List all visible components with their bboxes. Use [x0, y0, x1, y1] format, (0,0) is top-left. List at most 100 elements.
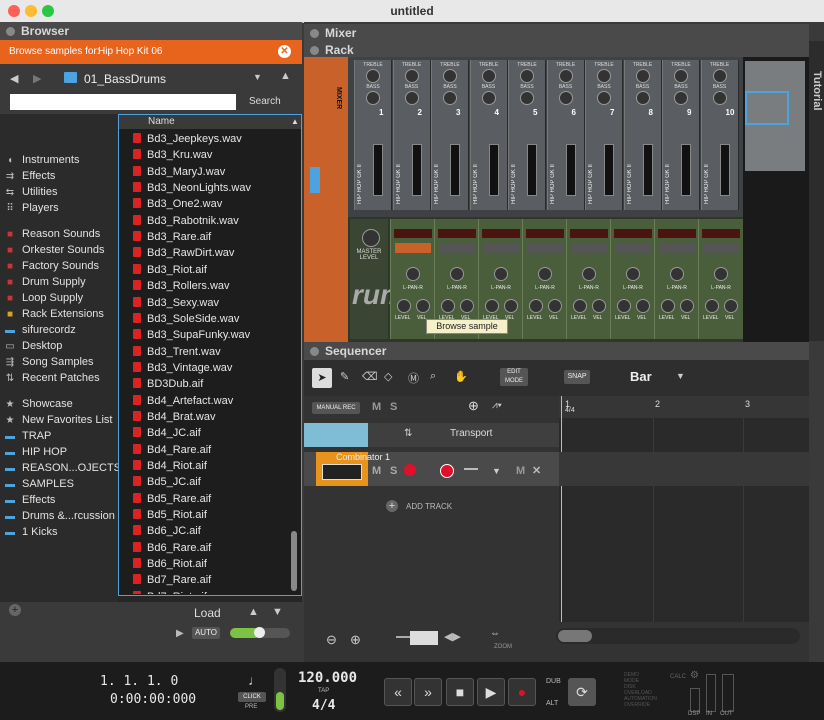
- forward-arrow-icon[interactable]: ▶: [33, 72, 41, 85]
- name-column-header[interactable]: Name: [148, 115, 175, 129]
- level-knob[interactable]: [529, 299, 543, 313]
- pencil-tool-icon[interactable]: ✎: [340, 370, 349, 383]
- pan-knob[interactable]: [626, 267, 640, 281]
- global-mute-button[interactable]: M: [372, 401, 381, 413]
- treble-knob[interactable]: [712, 69, 727, 83]
- file-item[interactable]: Bd3_Sexy.wav: [133, 295, 219, 311]
- file-item[interactable]: Bd5_JC.aif: [133, 474, 201, 490]
- level-knob[interactable]: [617, 299, 631, 313]
- location-item[interactable]: ▬ sifurecordz: [4, 322, 76, 338]
- file-item[interactable]: Bd3_SupaFunky.wav: [133, 327, 250, 343]
- pan-knob[interactable]: [714, 267, 728, 281]
- channel-fader[interactable]: [450, 144, 460, 196]
- folder-dropdown-icon[interactable]: ▼: [253, 72, 262, 82]
- rewind-button[interactable]: «: [384, 678, 412, 706]
- add-track-button[interactable]: ADD TRACK: [406, 502, 452, 511]
- browser-header[interactable]: Browser: [0, 22, 302, 40]
- file-item[interactable]: Bd3_Vintage.wav: [133, 360, 232, 376]
- bass-knob[interactable]: [404, 91, 419, 105]
- bass-knob[interactable]: [674, 91, 688, 105]
- rack-navigator[interactable]: [743, 57, 809, 342]
- manual-rec-button[interactable]: MANUAL REC: [312, 402, 360, 414]
- file-item[interactable]: Bd3_Riot.aif: [133, 262, 207, 278]
- horizontal-zoom-icon[interactable]: ◀▶: [444, 630, 461, 643]
- lane-mute-button[interactable]: M: [516, 465, 525, 477]
- dub-button[interactable]: DUB: [546, 678, 561, 685]
- preview-volume-slider[interactable]: [230, 627, 290, 638]
- panel-toggle-icon[interactable]: [310, 29, 319, 38]
- pre-count-button[interactable]: PRE: [245, 704, 257, 710]
- sequencer-header[interactable]: Sequencer: [304, 342, 809, 360]
- file-item[interactable]: Bd3_Rollers.wav: [133, 278, 230, 294]
- gear-icon[interactable]: ⚙: [690, 670, 699, 681]
- close-icon[interactable]: ✕: [278, 45, 291, 58]
- location-item[interactable]: ▬ Drums &...rcussion: [4, 508, 115, 524]
- level-knob[interactable]: [397, 299, 411, 313]
- pan-knob[interactable]: [670, 267, 684, 281]
- channel-fader[interactable]: [565, 144, 576, 196]
- search-button[interactable]: Search: [249, 96, 281, 107]
- preview-volume-handle[interactable]: [254, 627, 265, 638]
- channel-fader[interactable]: [604, 144, 614, 196]
- channel-fader[interactable]: [488, 144, 499, 196]
- velocity-knob[interactable]: [724, 299, 738, 313]
- alt-button[interactable]: ALT: [546, 700, 558, 707]
- rack-scroll-handle[interactable]: [310, 167, 320, 193]
- browse-sample-buttons[interactable]: [703, 243, 739, 253]
- file-item[interactable]: Bd3_NeonLights.wav: [133, 180, 251, 196]
- location-item[interactable]: ▬ 1 Kicks: [4, 524, 57, 540]
- channel-fader[interactable]: [411, 144, 422, 196]
- bass-knob[interactable]: [443, 91, 457, 105]
- mute-tool-icon[interactable]: Ⓜ: [408, 370, 419, 386]
- delete-lane-icon[interactable]: ✕: [532, 464, 541, 477]
- file-item[interactable]: Bd7_Rare.aif: [133, 572, 211, 588]
- browse-sample-buttons[interactable]: [659, 243, 695, 253]
- auto-preview-button[interactable]: AUTO: [192, 627, 220, 639]
- location-item[interactable]: ▬ REASON...OJECTS: [4, 460, 121, 476]
- file-item[interactable]: Bd3_Trent.wav: [133, 344, 221, 360]
- up-folder-icon[interactable]: ▲: [280, 70, 291, 82]
- velocity-knob[interactable]: [636, 299, 650, 313]
- channel-fader[interactable]: [719, 144, 730, 196]
- song-position-display[interactable]: 1. 1. 1. 0: [100, 674, 230, 689]
- metronome-icon[interactable]: ♩: [248, 672, 262, 688]
- track-mute-button[interactable]: M: [372, 465, 381, 477]
- pan-knob[interactable]: [494, 267, 508, 281]
- pan-knob[interactable]: [450, 267, 464, 281]
- treble-knob[interactable]: [481, 69, 496, 83]
- click-button[interactable]: CLICK: [238, 692, 266, 702]
- location-item[interactable]: ▬ Effects: [4, 492, 55, 508]
- pan-knob[interactable]: [406, 267, 420, 281]
- treble-knob[interactable]: [366, 69, 380, 83]
- back-arrow-icon[interactable]: ◀: [10, 72, 18, 85]
- loop-button[interactable]: ⟳: [568, 678, 596, 706]
- horizontal-scrollbar[interactable]: [556, 628, 800, 644]
- file-item[interactable]: Bd6_JC.aif: [133, 523, 201, 539]
- sort-ascending-icon[interactable]: ▲: [291, 115, 299, 129]
- bass-knob[interactable]: [597, 91, 611, 105]
- bass-knob[interactable]: [481, 91, 496, 105]
- tap-tempo-button[interactable]: TAP: [318, 688, 329, 694]
- track-automation-icon[interactable]: [404, 464, 416, 476]
- preview-play-icon[interactable]: ▶: [176, 628, 184, 639]
- arrangement-timeline[interactable]: 1 4/4 2 3: [559, 396, 809, 622]
- velocity-knob[interactable]: [504, 299, 518, 313]
- channel-fader[interactable]: [527, 144, 537, 196]
- file-item[interactable]: Bd6_Rare.aif: [133, 540, 211, 556]
- click-level-slider[interactable]: [274, 668, 286, 712]
- location-item[interactable]: ⇅ Recent Patches: [4, 370, 100, 386]
- add-track-icon[interactable]: ⊕: [468, 398, 479, 414]
- file-item[interactable]: Bd5_Riot.aif: [133, 507, 207, 523]
- bass-knob[interactable]: [366, 91, 380, 105]
- level-knob[interactable]: [661, 299, 675, 313]
- file-item[interactable]: Bd3_MaryJ.wav: [133, 164, 225, 180]
- file-list-header[interactable]: Name ▲: [119, 115, 301, 129]
- file-item[interactable]: Bd4_Brat.wav: [133, 409, 215, 425]
- location-item[interactable]: ■ Drum Supply: [4, 274, 86, 290]
- file-item[interactable]: Bd3_Kru.wav: [133, 147, 212, 163]
- file-item[interactable]: Bd5_Rare.aif: [133, 491, 211, 507]
- tempo-display[interactable]: 120.000: [298, 670, 357, 686]
- level-knob[interactable]: [441, 299, 455, 313]
- location-item[interactable]: ■ Loop Supply: [4, 290, 83, 306]
- snap-dropdown-icon[interactable]: ▼: [676, 371, 685, 381]
